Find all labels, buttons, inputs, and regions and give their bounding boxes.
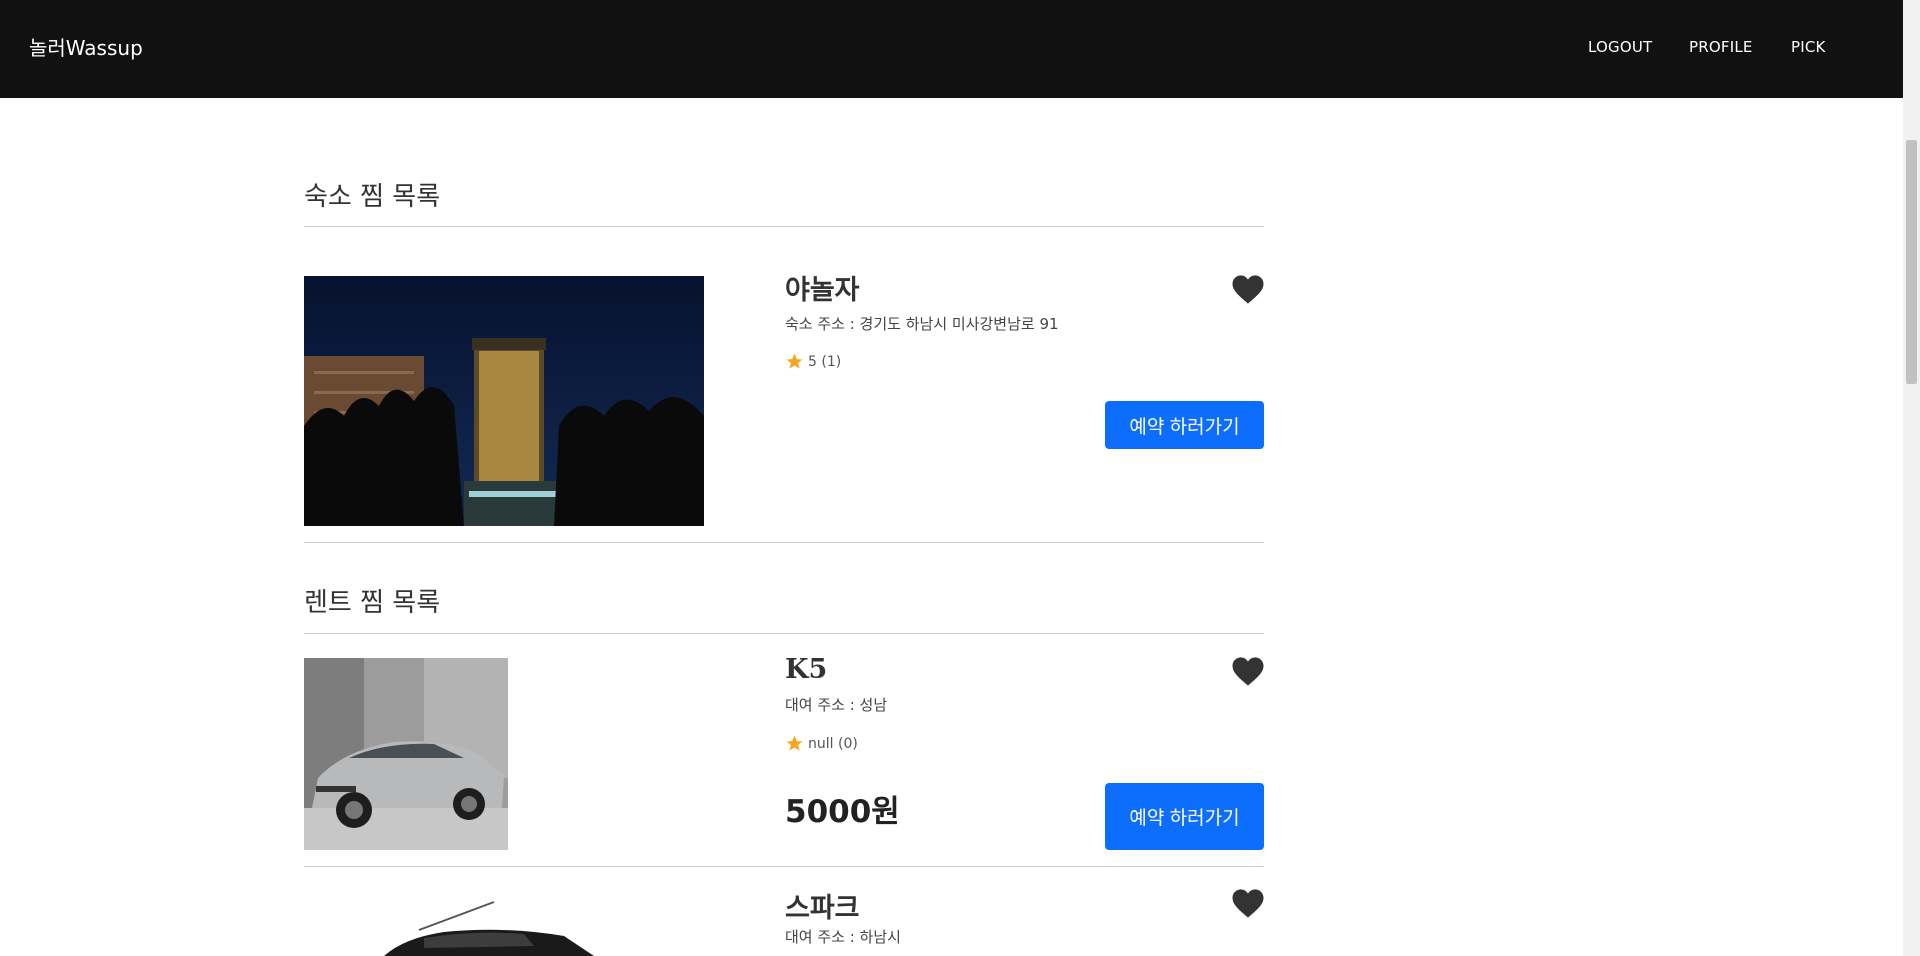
nav-pick[interactable]: PICK xyxy=(1791,38,1826,56)
car-photo[interactable] xyxy=(304,658,508,850)
divider xyxy=(304,866,1264,867)
rent-section-title: 렌트 찜 목록 xyxy=(304,588,441,618)
car-address: 대여 주소 : 성남 xyxy=(785,696,888,714)
reserve-button[interactable]: 예약 하러가기 xyxy=(1105,783,1264,850)
reserve-button[interactable]: 예약 하러가기 xyxy=(1105,401,1264,449)
nav-profile[interactable]: PROFILE xyxy=(1689,38,1753,56)
lodging-address: 숙소 주소 : 경기도 하남시 미사강변남로 91 xyxy=(785,315,1059,333)
heart-icon[interactable] xyxy=(1231,656,1265,687)
lodging-section-title: 숙소 찜 목록 xyxy=(304,182,441,212)
star-icon xyxy=(786,353,803,369)
rating-text: null (0) xyxy=(808,735,858,752)
divider xyxy=(304,542,1264,543)
rating-text: 5 (1) xyxy=(808,353,842,370)
car-photo[interactable] xyxy=(304,890,604,956)
car-name[interactable]: K5 xyxy=(785,654,827,685)
car-price: 5000원 xyxy=(785,794,900,830)
car-address: 대여 주소 : 하남시 xyxy=(785,928,901,946)
lodging-name[interactable]: 야놀자 xyxy=(785,268,860,307)
car-rating: null (0) xyxy=(785,734,858,753)
nav-logout[interactable]: LOGOUT xyxy=(1588,38,1652,56)
heart-icon[interactable] xyxy=(1231,274,1265,305)
star-icon xyxy=(786,735,803,751)
hotel-photo[interactable] xyxy=(304,276,704,526)
divider xyxy=(304,226,1264,227)
brand-logo[interactable]: 놀러Wassup xyxy=(29,32,143,61)
scrollbar-thumb[interactable] xyxy=(1906,140,1917,384)
lodging-rating: 5 (1) xyxy=(785,352,841,371)
top-navbar: 놀러Wassup LOGOUT PROFILE PICK xyxy=(0,0,1903,98)
heart-icon[interactable] xyxy=(1231,888,1265,919)
divider xyxy=(304,633,1264,634)
car-name[interactable]: 스파크 xyxy=(785,886,860,925)
